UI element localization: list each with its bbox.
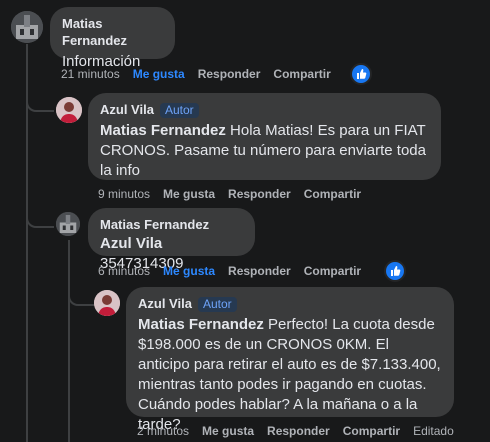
comment-time[interactable]: 2 minutos — [137, 424, 189, 438]
like-reaction-icon[interactable] — [384, 260, 406, 282]
comment-actions: 6 minutos Me gusta Responder Compartir — [98, 264, 374, 278]
comment-author[interactable]: Matias Fernandez — [100, 216, 209, 233]
author-badge: Autor — [197, 297, 237, 312]
share-button[interactable]: Compartir — [304, 264, 361, 278]
mention-link[interactable]: Azul Vila — [100, 235, 162, 252]
thread-connector — [26, 90, 54, 112]
share-button[interactable]: Compartir — [273, 67, 330, 81]
comment-actions: 21 minutos Me gusta Responder Compartir — [61, 67, 344, 81]
avatar[interactable] — [11, 11, 43, 43]
reply-button[interactable]: Responder — [228, 264, 291, 278]
comment-author[interactable]: Matias Fernandez — [62, 15, 163, 49]
avatar[interactable] — [56, 212, 80, 236]
comment-time[interactable]: 21 minutos — [61, 67, 120, 81]
avatar[interactable] — [56, 97, 82, 123]
thread-line — [68, 240, 70, 442]
comment-bubble: Azul Vila Autor Matias Fernandez Perfecto… — [126, 287, 454, 433]
comment-author[interactable]: Azul Vila — [100, 101, 154, 118]
comment-bubble: Matias Fernandez Información — [50, 7, 175, 70]
comment-text: Matias Fernandez Hola Matias! Es para un… — [100, 121, 429, 181]
thread-connector — [26, 206, 54, 228]
like-button[interactable]: Me gusta — [133, 67, 185, 81]
comment-actions: 2 minutos Me gusta Responder Compartir E… — [137, 424, 467, 438]
reply-button[interactable]: Responder — [228, 187, 291, 201]
like-button[interactable]: Me gusta — [163, 264, 215, 278]
comment-time[interactable]: 6 minutos — [98, 264, 150, 278]
share-button[interactable]: Compartir — [304, 187, 361, 201]
edited-label[interactable]: Editado — [413, 424, 454, 438]
like-reaction-icon[interactable] — [350, 63, 372, 85]
comment-bubble: Matias Fernandez Azul Vila 3547314309 — [88, 208, 255, 272]
mention-link[interactable]: Matias Fernandez — [138, 316, 264, 333]
comment-body: Perfecto! La cuota desde $198.000 es de … — [138, 316, 441, 433]
comment-author[interactable]: Azul Vila — [138, 295, 192, 312]
reply-button[interactable]: Responder — [198, 67, 261, 81]
comment-text: Matias Fernandez Perfecto! La cuota desd… — [138, 315, 442, 435]
comment-actions: 9 minutos Me gusta Responder Compartir — [98, 187, 374, 201]
share-button[interactable]: Compartir — [343, 424, 400, 438]
avatar[interactable] — [94, 290, 120, 316]
mention-link[interactable]: Matias Fernandez — [100, 122, 226, 139]
like-button[interactable]: Me gusta — [163, 187, 215, 201]
reply-button[interactable]: Responder — [267, 424, 330, 438]
author-badge: Autor — [159, 103, 199, 118]
comment-bubble: Azul Vila Autor Matias Fernandez Hola Mat… — [88, 93, 441, 180]
comment-time[interactable]: 9 minutos — [98, 187, 150, 201]
like-button[interactable]: Me gusta — [202, 424, 254, 438]
thread-connector — [68, 284, 94, 306]
